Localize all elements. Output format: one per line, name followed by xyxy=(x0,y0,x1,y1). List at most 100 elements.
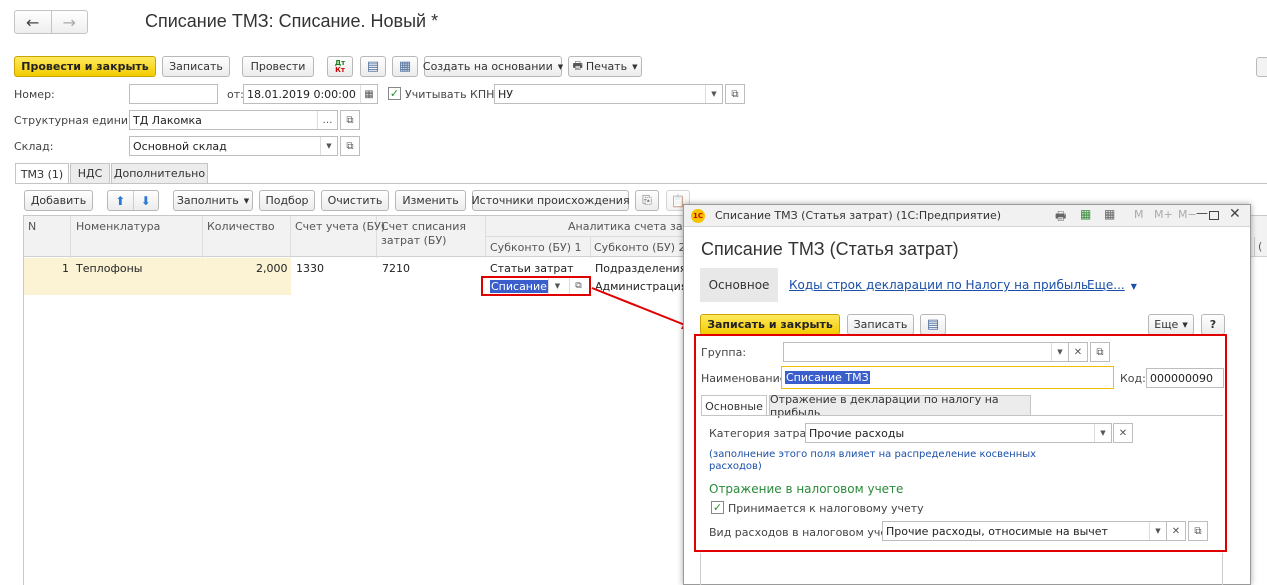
popup-report-button[interactable]: ▤ xyxy=(920,314,946,335)
print-icon[interactable]: 🖶 xyxy=(1055,207,1066,228)
popup-nav-codes-link[interactable]: Коды строк декларации по Налогу на прибы… xyxy=(789,278,1088,292)
memory-m-icon[interactable]: M xyxy=(1134,208,1144,221)
structural-unit-value: ТД Лакомка xyxy=(133,113,202,127)
window-edge-button[interactable] xyxy=(1256,57,1267,77)
cell-n: 1 xyxy=(62,262,69,275)
open-window-icon: ⧉ xyxy=(346,114,354,126)
name-input[interactable]: Списание ТМЗ xyxy=(781,366,1114,389)
clear-icon: ✕ xyxy=(1073,346,1083,358)
popup-nav-main[interactable]: Основное xyxy=(700,268,778,302)
header-right-fragment: ( xyxy=(1254,237,1267,257)
clear-button[interactable]: Очистить xyxy=(321,190,389,211)
popup-lower-panel xyxy=(700,553,1223,585)
tax-accept-label: Принимается к налоговому учету xyxy=(728,502,924,515)
tab-additional[interactable]: Дополнительно xyxy=(111,163,208,183)
popup-nav-more[interactable]: Еще... ▼ xyxy=(1087,278,1137,292)
tax-accept-checkbox[interactable]: ✓ xyxy=(711,501,724,514)
header-subconto-2[interactable]: Субконто (БУ) 2 xyxy=(594,241,686,254)
kpn-checkbox[interactable]: ✓ xyxy=(388,87,401,100)
expense-kind-clear-button[interactable]: ✕ xyxy=(1166,521,1186,541)
cell-quantity: 2,000 xyxy=(256,262,288,275)
dt-kt-button[interactable]: Дт Кт xyxy=(327,56,353,77)
maximize-icon[interactable] xyxy=(1209,211,1219,220)
tab-tmz[interactable]: ТМЗ (1) xyxy=(15,163,69,184)
expense-kind-value: Прочие расходы, относимые на вычет xyxy=(886,524,1108,538)
memory-m-minus-icon[interactable]: M− xyxy=(1178,208,1197,221)
tab-vat[interactable]: НДС xyxy=(70,163,110,183)
header-item[interactable]: Номенклатура xyxy=(76,220,160,233)
popup-tab-declaration[interactable]: Отражение в декларации по налогу на приб… xyxy=(769,393,1031,419)
warehouse-open-button[interactable]: ⧉ xyxy=(340,136,360,156)
cell-subconto-1-type: Статьи затрат xyxy=(490,262,574,275)
kpn-value: НУ xyxy=(498,87,513,101)
minimize-icon[interactable]: — xyxy=(1196,206,1208,220)
print-button[interactable]: 🖶 Печать ▼ xyxy=(568,56,642,77)
chevron-down-icon[interactable]: ▼ xyxy=(1094,424,1111,442)
popup-tab-main[interactable]: Основные xyxy=(701,395,767,416)
open-window-icon: ⧉ xyxy=(346,140,354,152)
header-n[interactable]: N xyxy=(28,220,36,233)
chevron-down-icon[interactable]: ▼ xyxy=(1149,522,1166,540)
arrow-down-icon[interactable]: ⬇ xyxy=(134,191,159,210)
category-clear-button[interactable]: ✕ xyxy=(1113,423,1133,443)
memory-m-plus-icon[interactable]: M+ xyxy=(1154,208,1173,221)
document-title: Списание ТМЗ: Списание. Новый * xyxy=(145,11,439,31)
kpn-open-button[interactable]: ⧉ xyxy=(725,84,745,104)
save-and-close-button[interactable]: Записать и закрыть xyxy=(700,314,840,335)
chevron-down-icon[interactable]: ▼ xyxy=(705,85,722,103)
name-value: Списание ТМЗ xyxy=(785,371,870,384)
category-select[interactable]: Прочие расходы ▼ xyxy=(805,423,1112,443)
header-subconto-1[interactable]: Субконто (БУ) 1 xyxy=(490,241,582,254)
chevron-down-icon[interactable]: ▼ xyxy=(320,137,337,155)
add-button[interactable]: Добавить xyxy=(24,190,93,211)
group-open-button[interactable]: ⧉ xyxy=(1090,342,1110,362)
kpn-select[interactable]: НУ ▼ xyxy=(494,84,723,104)
date-input[interactable]: 18.01.2019 0:00:00 ▦ xyxy=(243,84,378,104)
save-button[interactable]: Записать xyxy=(162,56,230,77)
code-input[interactable]: 000000090 xyxy=(1146,368,1224,388)
chevron-down-icon[interactable]: ▼ xyxy=(548,278,566,294)
change-button[interactable]: Изменить xyxy=(395,190,466,211)
back-arrow-icon[interactable]: ← xyxy=(15,11,52,33)
tax-section-heading: Отражение в налоговом учете xyxy=(709,482,904,496)
help-button[interactable]: ? xyxy=(1201,314,1225,335)
group-label: Группа: xyxy=(701,346,747,359)
popup-more-label: Еще xyxy=(1154,318,1179,331)
expense-kind-open-button[interactable]: ⧉ xyxy=(1188,521,1208,541)
list-report-button[interactable]: ▤ xyxy=(360,56,386,77)
structural-unit-input[interactable]: ТД Лакомка … xyxy=(129,110,338,130)
expense-kind-select[interactable]: Прочие расходы, относимые на вычет ▼ xyxy=(882,521,1167,541)
forward-arrow-icon[interactable]: → xyxy=(52,11,88,33)
popup-save-button[interactable]: Записать xyxy=(847,314,914,335)
structural-unit-open-button[interactable]: ⧉ xyxy=(340,110,360,130)
calendar-icon[interactable]: ▦ xyxy=(1104,207,1115,221)
name-label: Наименование: xyxy=(701,372,791,385)
group-select[interactable]: ▼ xyxy=(783,342,1069,362)
table-icon[interactable]: ▦ xyxy=(1080,207,1091,221)
popup-tabs-underline xyxy=(701,415,1223,416)
header-account[interactable]: Счет учета (БУ) xyxy=(295,220,385,233)
header-quantity[interactable]: Количество xyxy=(207,220,275,233)
fill-button[interactable]: Заполнить ▼ xyxy=(173,190,253,211)
subconto-1-editor[interactable]: Списание ▼ ⧉ xyxy=(481,276,591,296)
structure-button[interactable]: ▦ xyxy=(392,56,418,77)
close-icon[interactable]: ✕ xyxy=(1229,206,1241,222)
header-writeoff-account[interactable]: Счет списания затрат (БУ) xyxy=(381,220,481,248)
post-and-close-button[interactable]: Провести и закрыть xyxy=(14,56,156,77)
popup-heading: Списание ТМЗ (Статья затрат) xyxy=(701,239,959,259)
number-input[interactable] xyxy=(129,84,218,104)
group-clear-button[interactable]: ✕ xyxy=(1068,342,1088,362)
calendar-icon[interactable]: ▦ xyxy=(360,85,377,103)
select-button[interactable]: Подбор xyxy=(259,190,315,211)
create-based-on-button[interactable]: Создать на основании ▼ xyxy=(423,56,563,77)
post-button[interactable]: Провести xyxy=(242,56,314,77)
sources-button[interactable]: Источники происхождения xyxy=(471,190,630,211)
chevron-down-icon[interactable]: ▼ xyxy=(1051,343,1068,361)
arrow-up-icon[interactable]: ⬆ xyxy=(108,191,134,210)
ellipsis-icon[interactable]: … xyxy=(317,111,337,129)
popup-more-button[interactable]: Еще ▼ xyxy=(1148,314,1194,335)
warehouse-select[interactable]: Основной склад ▼ xyxy=(129,136,338,156)
copy-button[interactable]: ⎘ xyxy=(635,190,659,211)
clear-icon: ✕ xyxy=(1118,427,1128,439)
printer-icon: 🖶 xyxy=(572,59,583,72)
